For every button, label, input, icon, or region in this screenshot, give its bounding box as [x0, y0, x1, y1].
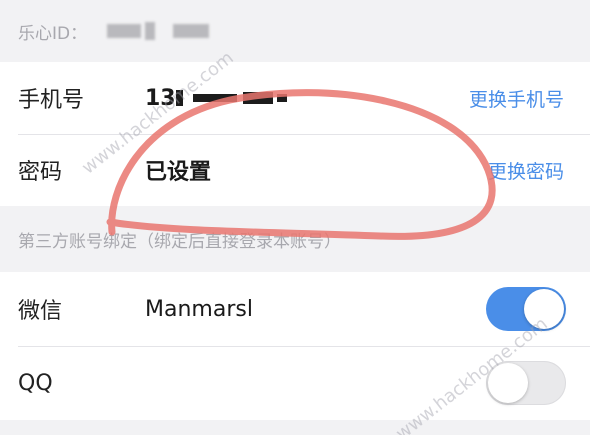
third-party-group: 微信 Manmarsl QQ: [0, 272, 590, 420]
phone-mask-3: [242, 92, 273, 104]
lexin-id-label: 乐心ID：: [18, 23, 88, 44]
wechat-account-name: Manmarsl: [145, 296, 253, 322]
lexin-id-masked-value-3: [173, 24, 210, 38]
lexin-id-masked-value-2: [145, 22, 156, 40]
lexin-id-masked-value: [107, 24, 142, 38]
toggle-knob: [524, 289, 564, 329]
password-label: 密码: [18, 160, 63, 185]
phone-label: 手机号: [18, 88, 85, 113]
phone-row[interactable]: 手机号 13 更换手机号: [0, 62, 590, 134]
password-status: 已设置: [145, 160, 212, 185]
phone-mask-4: [276, 94, 287, 102]
qq-label: QQ: [18, 370, 53, 396]
phone-value-visible: 13: [145, 85, 176, 111]
qq-row: QQ: [0, 346, 590, 420]
lexin-id-row: 乐心ID：: [0, 0, 590, 62]
change-phone-link[interactable]: 更换手机号: [469, 85, 564, 112]
change-password-link[interactable]: 更换密码: [488, 157, 564, 184]
phone-value: 13: [145, 86, 287, 111]
wechat-row: 微信 Manmarsl: [0, 272, 590, 346]
qq-bind-toggle[interactable]: [486, 361, 566, 405]
third-party-header: 第三方账号绑定（绑定后直接登录本账号）: [0, 206, 590, 272]
wechat-label: 微信: [18, 299, 63, 324]
password-row[interactable]: 密码 已设置 更换密码: [0, 134, 590, 206]
phone-mask-2: [192, 94, 237, 102]
account-security-page: 乐心ID： 手机号 13 更换手机号 密码 已设置 更换密码 第三方账号绑定（绑…: [0, 0, 590, 435]
account-group: 手机号 13 更换手机号 密码 已设置 更换密码: [0, 62, 590, 206]
phone-mask-1: [175, 90, 183, 106]
wechat-bind-toggle[interactable]: [486, 287, 566, 331]
toggle-knob: [488, 363, 528, 403]
